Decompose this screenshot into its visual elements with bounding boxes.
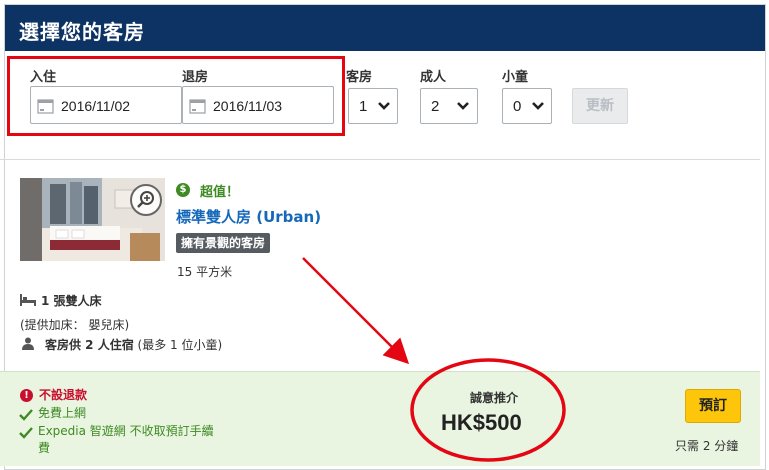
- booking-time: 只需 2 分鐘: [675, 439, 739, 453]
- children-value: 0: [513, 98, 522, 115]
- check-icon: [19, 409, 33, 421]
- price-value: HK$500: [441, 410, 522, 435]
- chevron-down-icon: [457, 102, 469, 110]
- rooms-value: 1: [359, 98, 368, 115]
- check-icon: [19, 427, 33, 439]
- bed-icon: [20, 294, 36, 306]
- occupancy-note: (最多 1 位小童): [133, 338, 223, 352]
- extra-bed-info: (提供加床： 嬰兒床): [20, 318, 130, 332]
- exclamation-icon: !: [20, 389, 33, 402]
- update-button[interactable]: 更新: [572, 88, 628, 124]
- adults-label: 成人: [420, 70, 447, 85]
- price-label: 誠意推介: [470, 391, 519, 405]
- bed-type: 1 張雙人床: [41, 294, 102, 308]
- adults-value: 2: [431, 98, 440, 115]
- room-name-link[interactable]: 標準雙人房 (Urban): [176, 206, 321, 227]
- room-size: 15 平方米: [177, 265, 233, 279]
- date-highlight-annotation: [7, 56, 345, 136]
- deal-label: 超值！: [200, 185, 240, 200]
- dollar-icon: $: [176, 183, 190, 197]
- view-badge: 擁有景觀的客房: [176, 233, 271, 253]
- occupancy-count: 客房供 2 人住宿: [45, 338, 134, 352]
- page-title: 選擇您的客房: [19, 20, 145, 44]
- zoom-button[interactable]: [130, 184, 162, 216]
- chevron-down-icon: [378, 102, 390, 110]
- rooms-label: 客房: [346, 70, 373, 85]
- benefit-no-booking-fee: Expedia 智遊網 不收取預訂手續費: [38, 424, 214, 455]
- book-button[interactable]: 預訂: [685, 389, 741, 423]
- zoom-in-icon: [137, 191, 154, 208]
- children-select[interactable]: 0: [502, 88, 552, 124]
- chevron-down-icon: [532, 102, 544, 110]
- panel-header: 選擇您的客房: [5, 5, 765, 51]
- rooms-select[interactable]: 1: [348, 88, 398, 124]
- occupancy-info: 客房供 2 人住宿 (最多 1 位小童): [45, 336, 222, 353]
- person-icon: [22, 337, 34, 350]
- section-divider: [0, 159, 760, 160]
- non-refundable-label: 不設退款: [39, 388, 88, 402]
- adults-select[interactable]: 2: [420, 88, 478, 124]
- children-label: 小童: [502, 70, 529, 85]
- benefit-free-wifi: 免費上網: [38, 406, 87, 420]
